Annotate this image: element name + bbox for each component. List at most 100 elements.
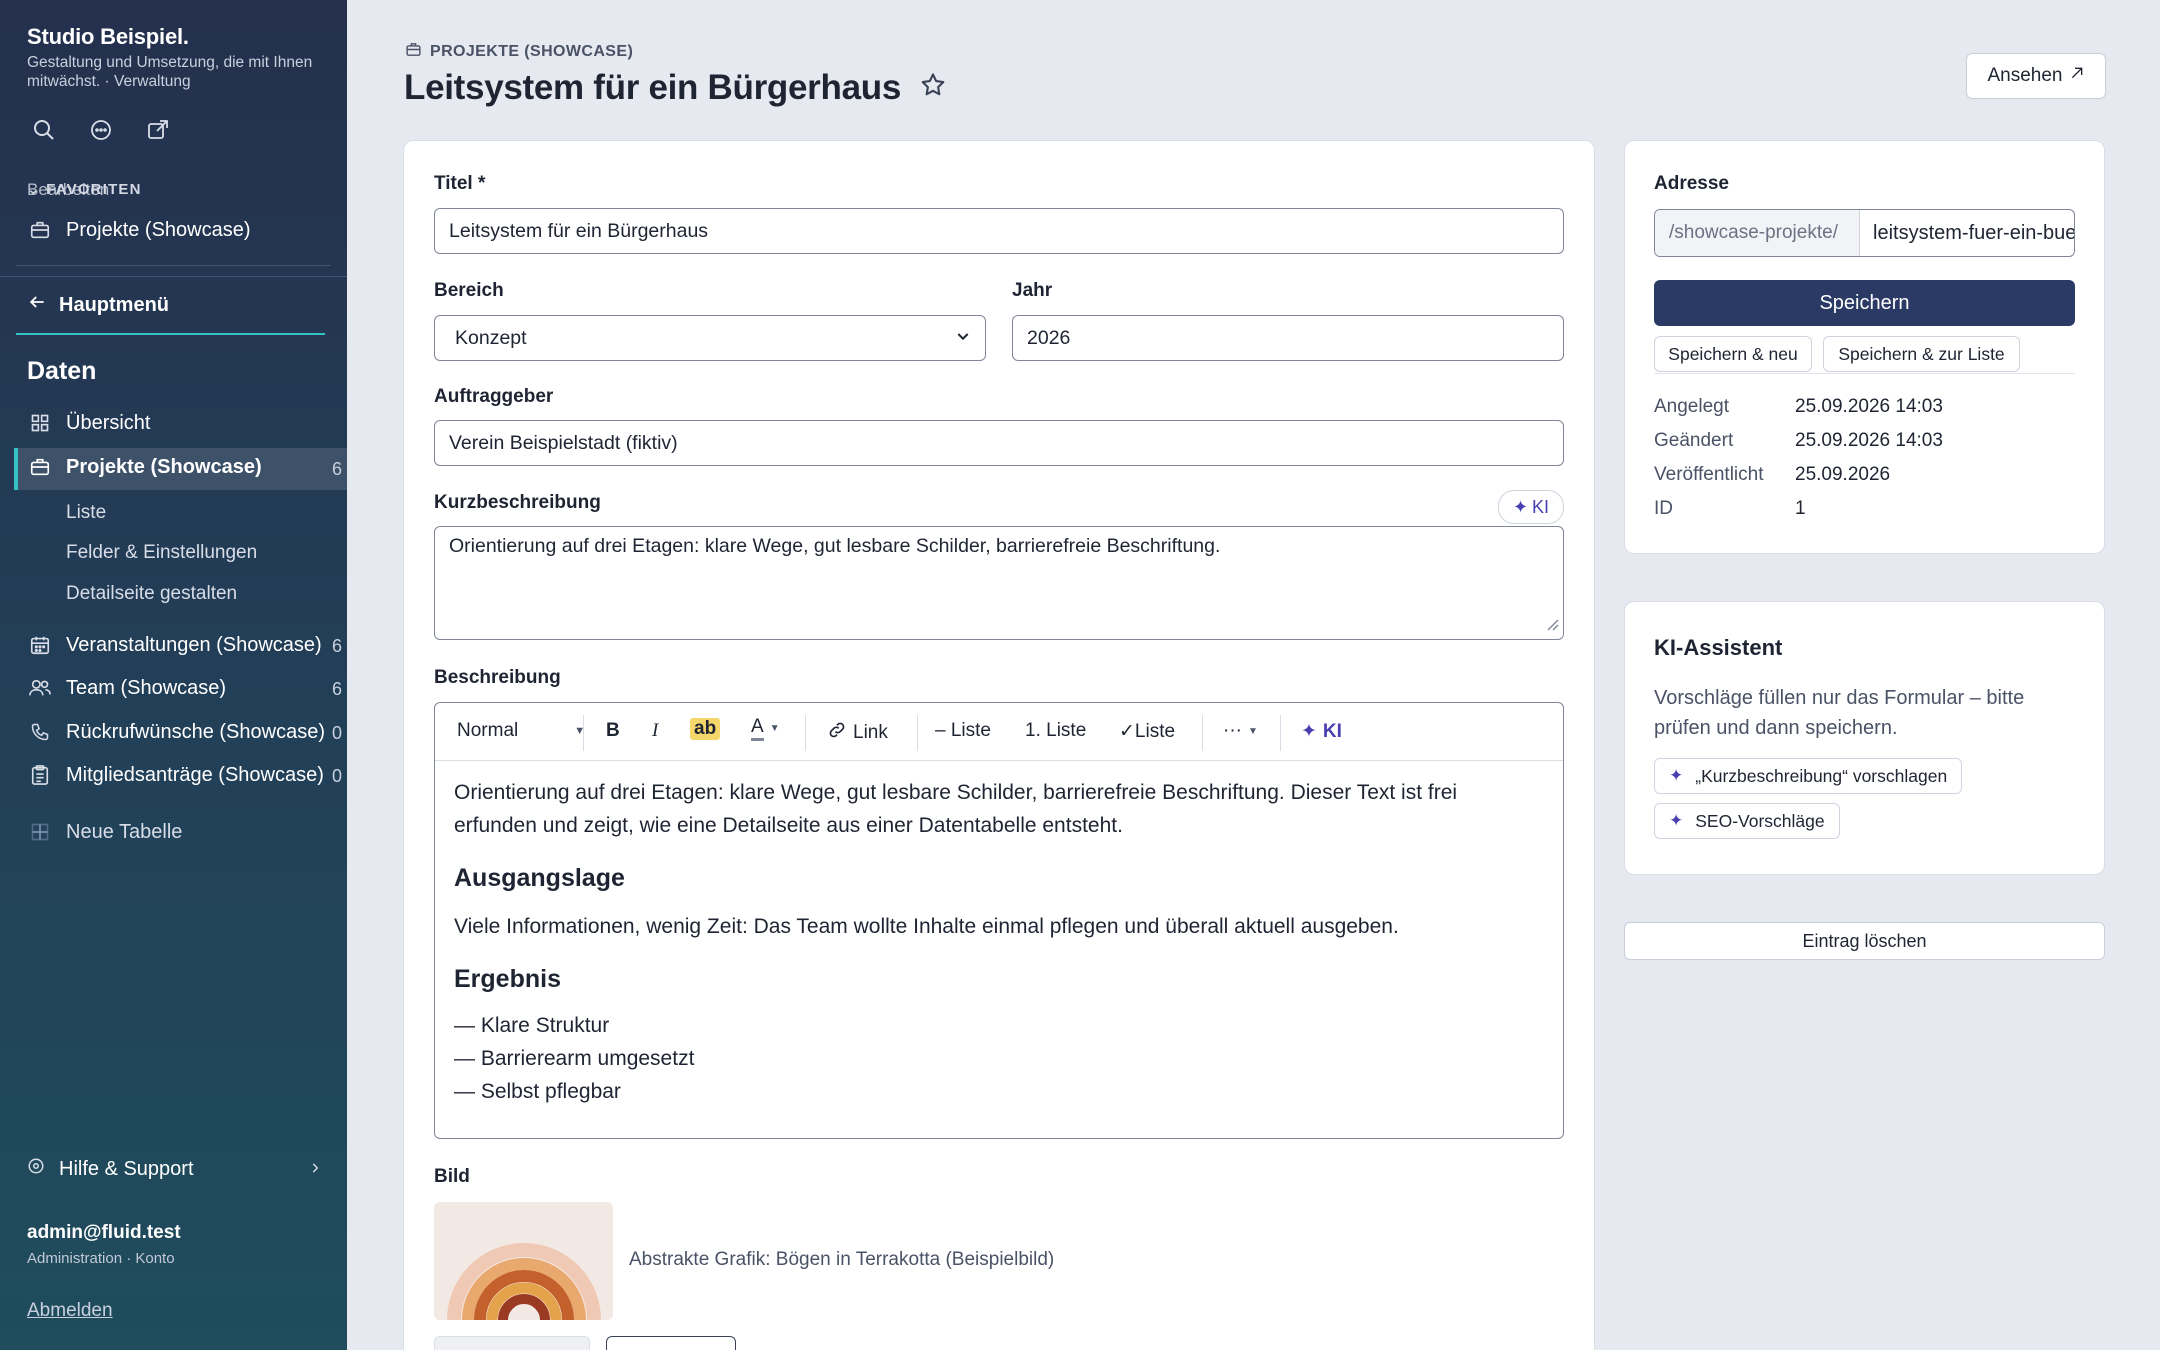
- ai-assistant-title: KI-Assistent: [1654, 635, 1783, 660]
- external-link-icon[interactable]: [144, 116, 171, 143]
- search-icon[interactable]: [30, 116, 57, 143]
- suggest-short-description-button[interactable]: ✦ „Kurzbeschreibung“ vorschlagen: [1654, 758, 1963, 794]
- logout-link[interactable]: Abmelden: [27, 1300, 113, 1322]
- title-input-value: Leitsystem für ein Bürgerhaus: [449, 219, 709, 242]
- ki-editor-button[interactable]: ✦ KI: [1301, 720, 1342, 743]
- editor-list-item: — Selbst pflegbar: [454, 1080, 621, 1103]
- main-menu-link[interactable]: Hauptmenü: [27, 292, 169, 318]
- breadcrumb[interactable]: PROJEKTE (SHOWCASE): [405, 41, 633, 63]
- editor-toolbar: Normal ▼ B I ab A ▼ Link – Liste 1. List…: [435, 703, 1563, 761]
- breadcrumb-label: PROJEKTE (SHOWCASE): [430, 43, 634, 60]
- style-dropdown[interactable]: Normal ▼: [457, 720, 585, 742]
- image-caption: Abstrakte Grafik: Bögen in Terrakotta (B…: [629, 1249, 1055, 1270]
- sidebar-subitem-fields[interactable]: Felder & Einstellungen: [66, 542, 257, 564]
- toolbar-separator: [1202, 715, 1203, 751]
- chevron-right-icon: [308, 1158, 322, 1181]
- favorite-item-projects[interactable]: Projekte (Showcase): [28, 218, 251, 242]
- description-label: Beschreibung: [434, 667, 561, 688]
- bold-button[interactable]: B: [606, 720, 620, 742]
- plus-icon: [28, 820, 52, 844]
- seo-label: SEO-Vorschläge: [1695, 810, 1825, 831]
- users-icon: [28, 676, 52, 700]
- short-description-textarea[interactable]: Orientierung auf drei Etagen: klare Wege…: [434, 526, 1564, 640]
- ai-assistant-text: Vorschläge füllen nur das Formular – bit…: [1654, 687, 2025, 739]
- image-thumbnail[interactable]: [434, 1202, 613, 1320]
- title-input[interactable]: Leitsystem für ein Bürgerhaus: [434, 208, 1564, 254]
- sidebar-item-label: Team (Showcase): [66, 676, 227, 699]
- numbered-list-button[interactable]: 1. Liste: [1025, 720, 1086, 742]
- link-button[interactable]: Link: [827, 720, 888, 746]
- sidebar-item-projects[interactable]: Projekte (Showcase): [28, 455, 262, 479]
- editor-list-item: — Barrierearm umgesetzt: [454, 1047, 695, 1070]
- sidebar-item-events[interactable]: Veranstaltungen (Showcase): [28, 633, 322, 657]
- divider: [16, 265, 331, 266]
- meta-id-label: ID: [1654, 498, 1673, 519]
- area-select[interactable]: Konzept: [434, 315, 986, 361]
- bullet-list-button[interactable]: – Liste: [935, 720, 991, 742]
- meta-created-value: 25.09.2026 14:03: [1795, 396, 1943, 417]
- chat-icon[interactable]: [87, 116, 114, 143]
- address-input-group[interactable]: /showcase-projekte/ leitsystem-fuer-ein-…: [1654, 209, 2075, 257]
- briefcase-icon: [28, 455, 52, 479]
- favorites-toggle[interactable]: ⌄ FAVORITEN: [27, 180, 142, 198]
- editor-heading: Ergebnis: [454, 965, 561, 993]
- meta-changed-label: Geändert: [1654, 430, 1734, 451]
- favorites-label: FAVORITEN: [46, 181, 142, 198]
- favorites-header: ⌄ FAVORITEN Bearbeiten: [27, 180, 322, 200]
- calendar-icon: [28, 633, 52, 657]
- nav-count: 0: [332, 723, 343, 743]
- resize-handle-icon[interactable]: [1545, 614, 1559, 637]
- sidebar-item-overview[interactable]: Übersicht: [28, 411, 150, 435]
- toolbar-separator: [805, 715, 806, 751]
- delete-entry-button[interactable]: Eintrag löschen: [1624, 922, 2105, 960]
- year-input[interactable]: 2026: [1012, 315, 1564, 361]
- sidebar-subitem-detailpage[interactable]: Detailseite gestalten: [66, 583, 237, 605]
- caret-down-icon: ▼: [769, 723, 780, 734]
- sparkle-icon: ✦: [1669, 811, 1684, 830]
- save-button[interactable]: Speichern: [1654, 280, 2075, 326]
- sidebar-item-label: Mitgliedsanträge (Showcase): [66, 763, 324, 786]
- sidebar-subitem-list[interactable]: Liste: [66, 502, 106, 524]
- highlight-button[interactable]: ab: [690, 718, 721, 740]
- client-input[interactable]: Verein Beispielstadt (fiktiv): [434, 420, 1564, 466]
- editor-paragraph: erfunden und zeigt, wie eine Detailseite…: [454, 814, 1123, 837]
- main-menu-underline: [16, 333, 325, 335]
- caret-down-icon: ▼: [1247, 725, 1258, 737]
- toolbar-separator: [1280, 715, 1281, 751]
- ki-short-button[interactable]: ✦ KI: [1498, 490, 1564, 524]
- slug-input[interactable]: leitsystem-fuer-ein-buergerhaus: [1860, 210, 2074, 256]
- sidebar-item-callbacks[interactable]: Rückrufwünsche (Showcase): [28, 720, 325, 744]
- upload-button[interactable]: [434, 1336, 590, 1350]
- phone-icon: [28, 720, 52, 744]
- seo-suggestions-button[interactable]: ✦ SEO-Vorschläge: [1654, 803, 1840, 839]
- image-label: Bild: [434, 1166, 470, 1187]
- help-support-link[interactable]: Hilfe & Support: [27, 1157, 322, 1181]
- sidebar-item-applications[interactable]: Mitgliedsanträge (Showcase): [28, 763, 324, 787]
- rich-text-editor[interactable]: Normal ▼ B I ab A ▼ Link – Liste 1. List…: [434, 702, 1564, 1139]
- italic-button[interactable]: I: [652, 720, 658, 742]
- remove-image-button[interactable]: [606, 1336, 736, 1350]
- check-list-button[interactable]: ✓Liste: [1119, 720, 1175, 743]
- sidebar-item-team[interactable]: Team (Showcase): [28, 676, 226, 700]
- view-button[interactable]: Ansehen: [1966, 53, 2106, 99]
- meta-created-label: Angelegt: [1654, 396, 1730, 417]
- toolbar-separator: [917, 715, 918, 751]
- sparkle-icon: ✦: [1669, 766, 1684, 785]
- section-title: Daten: [27, 357, 97, 385]
- year-label: Jahr: [1012, 280, 1053, 301]
- sidebar-item-new-table[interactable]: Neue Tabelle: [28, 820, 182, 844]
- briefcase-icon: [28, 218, 52, 242]
- client-label: Auftraggeber: [434, 386, 554, 407]
- more-button[interactable]: ··· ▼: [1223, 720, 1258, 742]
- sidebar-item-label: Neue Tabelle: [66, 820, 183, 843]
- save-list-button[interactable]: Speichern & zur Liste: [1823, 336, 2020, 372]
- editor-paragraph: Viele Informationen, wenig Zeit: Das Tea…: [454, 915, 1399, 938]
- save-new-button[interactable]: Speichern & neu: [1654, 336, 1812, 372]
- help-circle-icon: [27, 1157, 45, 1181]
- star-icon[interactable]: [919, 68, 947, 108]
- short-description-value: Orientierung auf drei Etagen: klare Wege…: [449, 535, 1221, 557]
- brand-title: Studio Beispiel.: [27, 24, 189, 49]
- client-input-value: Verein Beispielstadt (fiktiv): [449, 431, 678, 454]
- more-label: ···: [1223, 720, 1242, 741]
- text-color-button[interactable]: A ▼: [751, 716, 780, 741]
